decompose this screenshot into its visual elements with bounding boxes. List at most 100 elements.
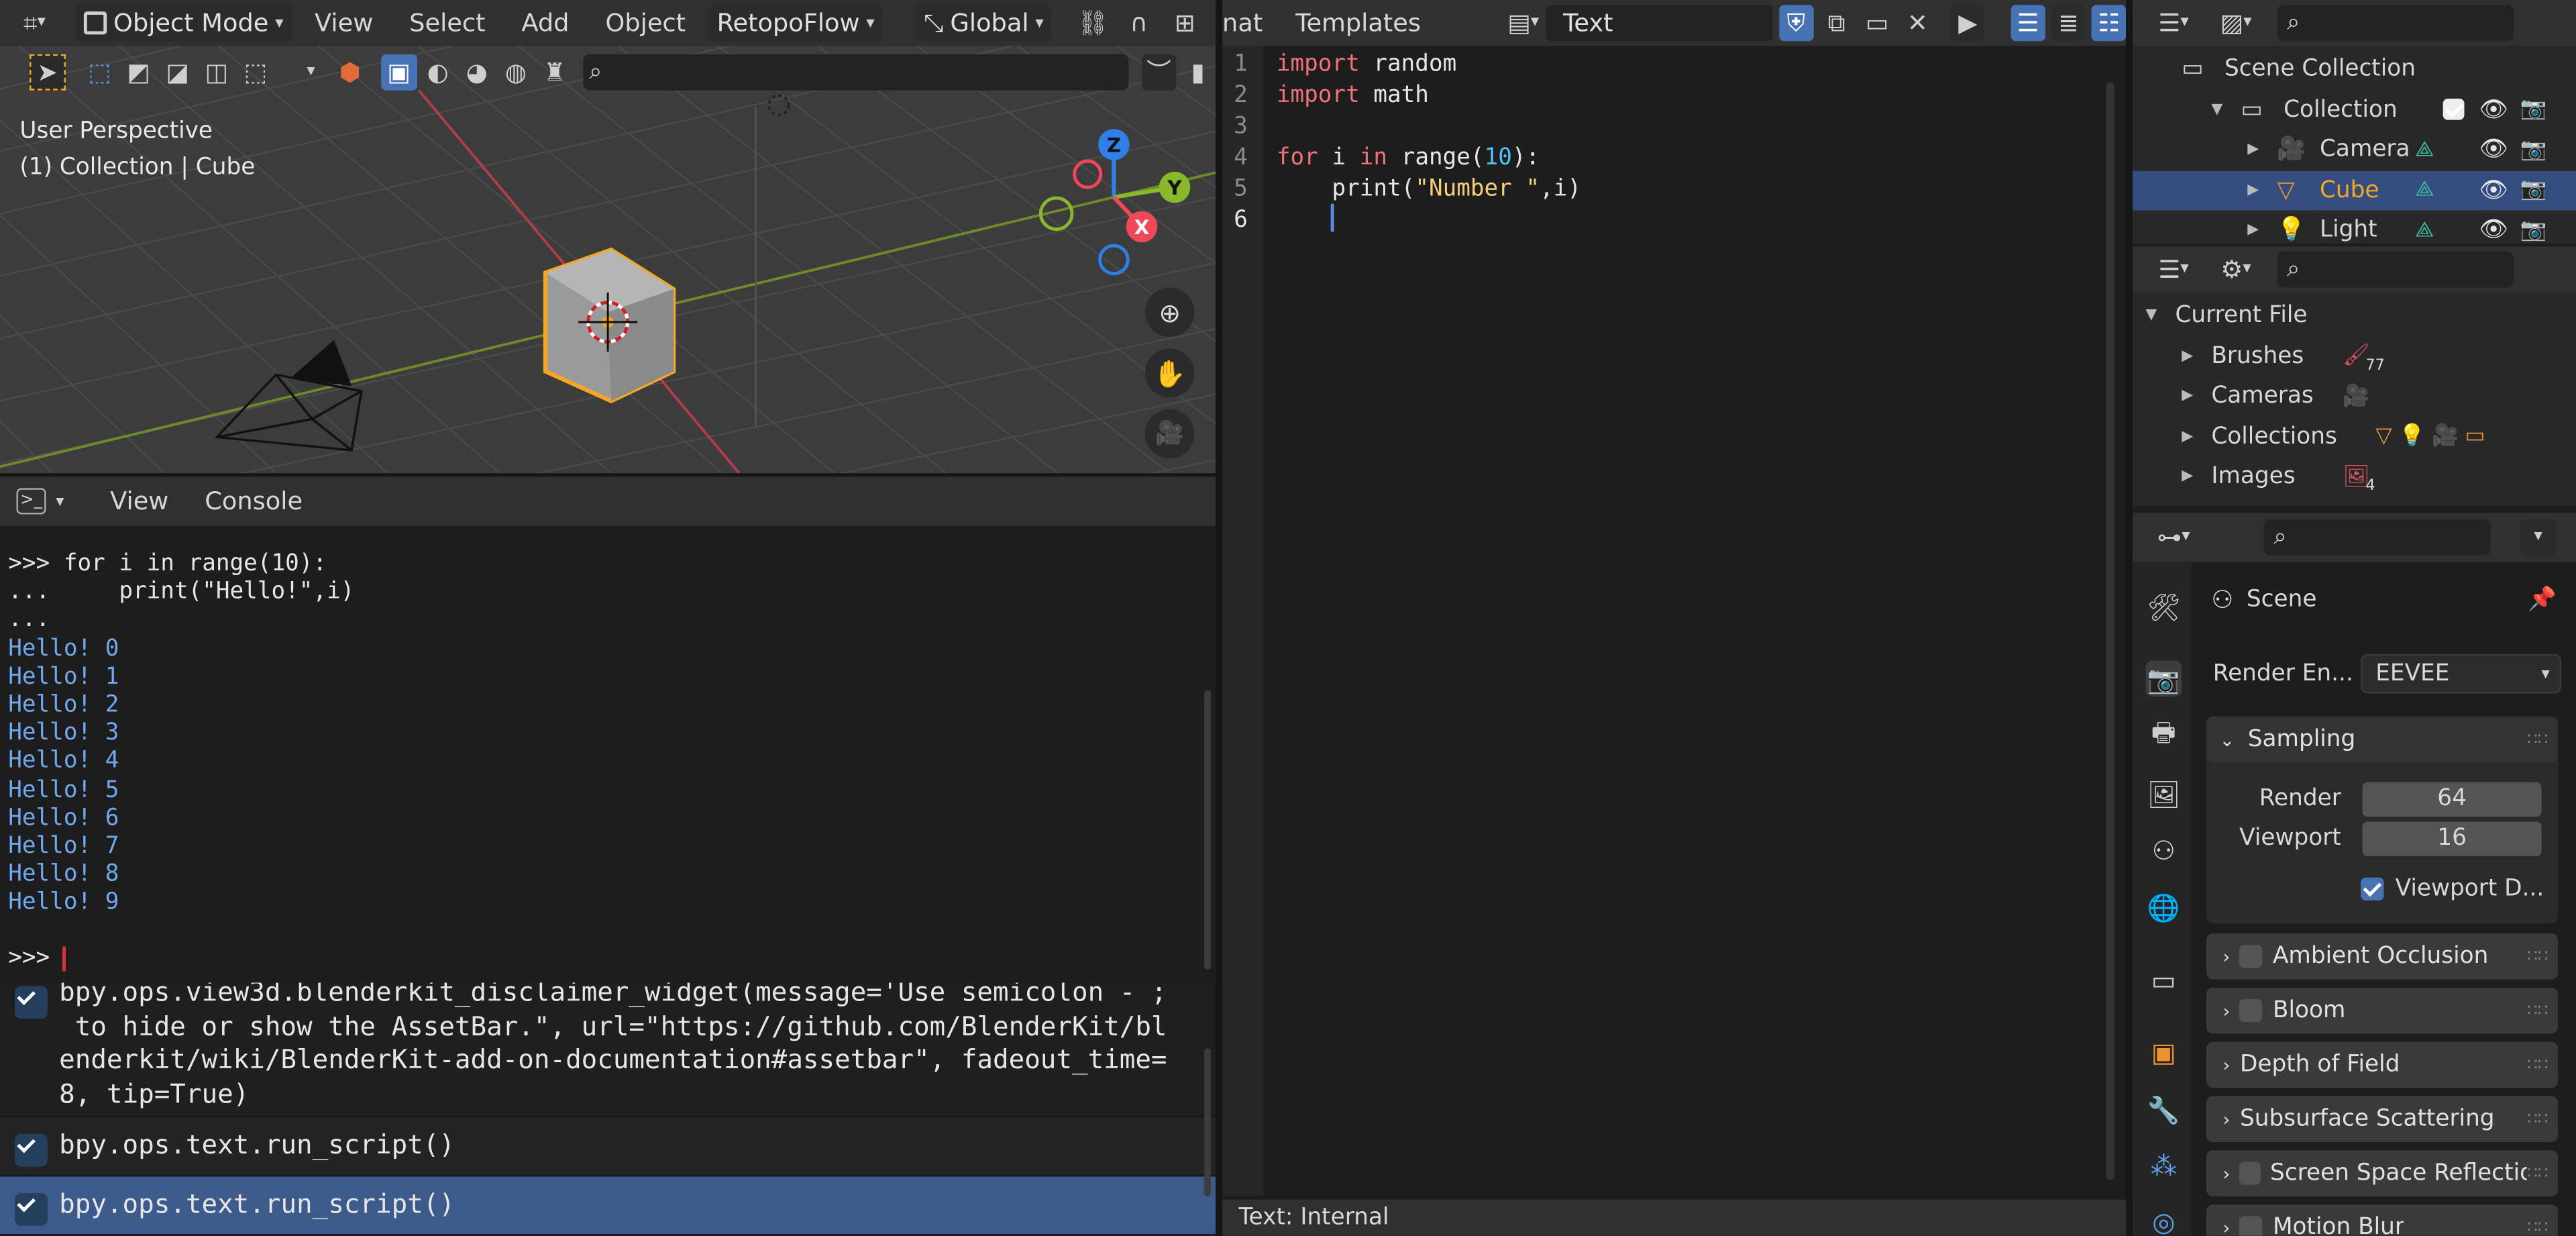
select-box-icon[interactable]: ⬚	[82, 54, 117, 91]
property-panel[interactable]: › Screen Space Reflections∷∷	[2206, 1150, 2559, 1196]
blend-file-browser[interactable]: ☰ ▾ ⚙ ▾ ⌕ ▼ Current File ▶ Brushes 🖌 77 ▶ Cameras…	[2132, 246, 2576, 507]
cube-object[interactable]	[543, 247, 676, 404]
editor-type-icon[interactable]: ⌗ ▾	[16, 5, 52, 41]
line-numbers-icon[interactable]: ☰	[2010, 5, 2045, 42]
property-panel[interactable]: › Ambient Occlusion ∷∷	[2206, 933, 2559, 980]
chevron-right-icon[interactable]: ▶	[2182, 388, 2204, 404]
area-separator[interactable]	[2126, 0, 2133, 1236]
code-area[interactable]: 1 import random 2 import math 3 4 for i in ran…	[1222, 49, 2109, 236]
select-extend-icon[interactable]: ◩	[121, 54, 156, 91]
text-name-field[interactable]: Text	[1546, 5, 1773, 42]
render-camera-icon[interactable]: 📷	[2520, 217, 2547, 242]
viewport-samples-field[interactable]: 16	[2362, 821, 2542, 856]
tool-tab-icon[interactable]: 🛠	[2145, 588, 2182, 625]
zoom-button[interactable]: ⊕	[1144, 287, 1195, 338]
options-dropdown-icon[interactable]: ▾	[2520, 519, 2557, 556]
gizmo-color-icon[interactable]: ⬢	[332, 54, 368, 91]
code-line[interactable]: 1 import random	[1222, 49, 2109, 81]
console-menu-console[interactable]: Console	[192, 483, 316, 519]
eye-icon[interactable]: 👁	[2479, 217, 2509, 243]
open-folder-icon[interactable]: ▭	[1860, 5, 1894, 41]
properties-editor-icon[interactable]: ⊶ ▾	[2155, 519, 2192, 556]
viewport-denoise-checkbox[interactable]	[2361, 877, 2384, 901]
blend-file-item[interactable]: ▶ Cameras 🎥	[2133, 376, 2576, 416]
blend-file-item[interactable]: ▶ Images 🖼 4	[2133, 457, 2576, 497]
outliner-editor-icon[interactable]: ☰ ▾	[2155, 252, 2192, 288]
code-line[interactable]: 6	[1222, 205, 2109, 237]
outliner-item[interactable]: ▭ Scene Collection	[2133, 49, 2576, 89]
text-editor[interactable]: nat Templates ▤ ▾ Text ⛨ ⧉ ▭ ✕ ▶ ☰ ≣ ☷ 1i…	[1222, 0, 2127, 1236]
render-camera-icon[interactable]: 📷	[2520, 177, 2547, 202]
select-intersect-icon[interactable]: ⬚	[237, 54, 273, 91]
console-scrollbar[interactable]	[1204, 690, 1211, 970]
python-console[interactable]: >_ ▾ View Console >>> for i in range(10):…	[0, 476, 1216, 983]
code-line[interactable]: 5 print("Number ",i)	[1222, 174, 2109, 206]
transform-orientation-dropdown[interactable]: ⤡ Global ▾	[915, 5, 1052, 42]
collection-tab-icon[interactable]: ▭	[2145, 962, 2182, 998]
modifier-tab-icon[interactable]: 🔧	[2145, 1091, 2182, 1127]
panel-enable-checkbox[interactable]	[2239, 1162, 2261, 1185]
pin-icon[interactable]: 📌	[2528, 586, 2557, 613]
menu-format-partial[interactable]: nat	[1222, 5, 1276, 41]
render-camera-icon[interactable]: 📷	[2520, 97, 2547, 121]
panel-enable-checkbox[interactable]	[2239, 998, 2263, 1023]
chevron-right-icon[interactable]: ▶	[2182, 348, 2204, 364]
console-prompt[interactable]: >>>	[8, 945, 66, 971]
shading-material-icon[interactable]: ◕	[459, 54, 494, 91]
unlink-close-icon[interactable]: ✕	[1900, 5, 1935, 41]
text-datablock-icon[interactable]: ▤ ▾	[1506, 5, 1540, 41]
viewport-search-field[interactable]: ⌕	[582, 54, 1128, 91]
shading-rendered-icon[interactable]: ◍	[498, 54, 533, 91]
viewport-3d[interactable]: Z Y X ⌗ ▾ Object Mode ▾ View Select Add O…	[0, 0, 1216, 474]
panel-enable-checkbox[interactable]	[2239, 1216, 2263, 1236]
drag-handle-icon[interactable]: ∷∷	[2527, 1110, 2548, 1128]
mode-dropdown[interactable]: Object Mode ▾	[75, 5, 292, 42]
menu-select[interactable]: Select	[396, 5, 499, 41]
chevron-right-icon[interactable]: ▶	[2247, 182, 2270, 198]
drag-handle-icon[interactable]: ∷∷	[2527, 1219, 2548, 1236]
property-panel[interactable]: › Motion Blur ∷∷	[2206, 1204, 2559, 1236]
viewport-denoise-row[interactable]: Viewport D...	[2361, 872, 2558, 905]
syntax-highlight-icon[interactable]: ☷	[2092, 5, 2126, 42]
chevron-right-icon[interactable]: ▶	[2182, 468, 2204, 484]
exclude-checkbox[interactable]	[2443, 98, 2465, 120]
select-invert-icon[interactable]: ◫	[199, 54, 234, 91]
pivot-link-icon[interactable]: ⛓	[1075, 5, 1111, 41]
chevron-right-icon[interactable]: ▶	[2182, 428, 2204, 444]
property-panel[interactable]: › Bloom ∷∷	[2206, 987, 2559, 1034]
area-separator[interactable]	[1216, 0, 1223, 1236]
sampling-panel-header[interactable]: ⌄ Sampling ∷∷	[2206, 716, 2559, 763]
retopoflow-menu[interactable]: RetopoFlow ▾	[708, 5, 883, 42]
outliner-search-field[interactable]: ⌕	[2277, 5, 2514, 42]
render-engine-dropdown[interactable]: EEVEE ▾	[2361, 654, 2561, 694]
property-panel[interactable]: › Depth of Field ∷∷	[2206, 1041, 2559, 1088]
scene-tab-icon[interactable]: ⚇	[2145, 831, 2182, 868]
select-subtract-icon[interactable]: ◪	[160, 54, 195, 91]
blend-file-item[interactable]: ▶ Brushes 🖌 77	[2133, 336, 2576, 376]
blend-file-item[interactable]: ▼ Current File	[2133, 296, 2576, 336]
info-log-entry[interactable]: bpy.ops.view3d.blenderkit_disclaimer_wid…	[0, 982, 1216, 1118]
drag-handle-icon[interactable]: ∷∷	[2527, 947, 2548, 966]
blend-file-mode-icon[interactable]: ⚙ ▾	[2218, 252, 2254, 288]
info-log-entry[interactable]: bpy.ops.text.run_script()	[0, 1176, 1216, 1236]
code-line[interactable]: 4 for i in range(10):	[1222, 143, 2109, 174]
drag-handle-icon[interactable]: ∷∷	[2527, 1055, 2548, 1074]
menu-view[interactable]: View	[301, 5, 386, 41]
render-samples-field[interactable]: 64	[2362, 781, 2542, 816]
info-log-entry[interactable]: bpy.ops.text.run_script()	[0, 1117, 1216, 1177]
output-tab-icon[interactable]: 🖶	[2145, 716, 2182, 754]
outliner-item[interactable]: ▶ 🎥 Camera ⟁ 👁 📷	[2133, 130, 2576, 169]
navigation-gizmo[interactable]: Z Y X	[1038, 129, 1191, 276]
world-tab-icon[interactable]: 🌐	[2145, 889, 2182, 925]
drag-handle-icon[interactable]: ∷∷	[2527, 1002, 2548, 1020]
outliner[interactable]: ☰ ▾ ▨ ▾ ⌕ ▭ Scene Collection ▼ ▭ Collection 👁 📷 ▶…	[2132, 0, 2576, 244]
display-mode-icon[interactable]: ▨ ▾	[2218, 5, 2254, 41]
sculpt-icon[interactable]: ♜	[537, 54, 572, 91]
console-editor-icon[interactable]: >_	[16, 488, 46, 515]
select-tool-icon[interactable]: ➤	[30, 54, 66, 91]
chevron-right-icon[interactable]: ▶	[2247, 142, 2270, 158]
collapse-header-icon[interactable]: ︶	[1140, 54, 1177, 91]
chevron-down-icon[interactable]: ▼	[2211, 101, 2234, 117]
pan-button[interactable]: ✋	[1144, 348, 1195, 398]
render-tab-icon[interactable]: 📷	[2145, 660, 2182, 697]
